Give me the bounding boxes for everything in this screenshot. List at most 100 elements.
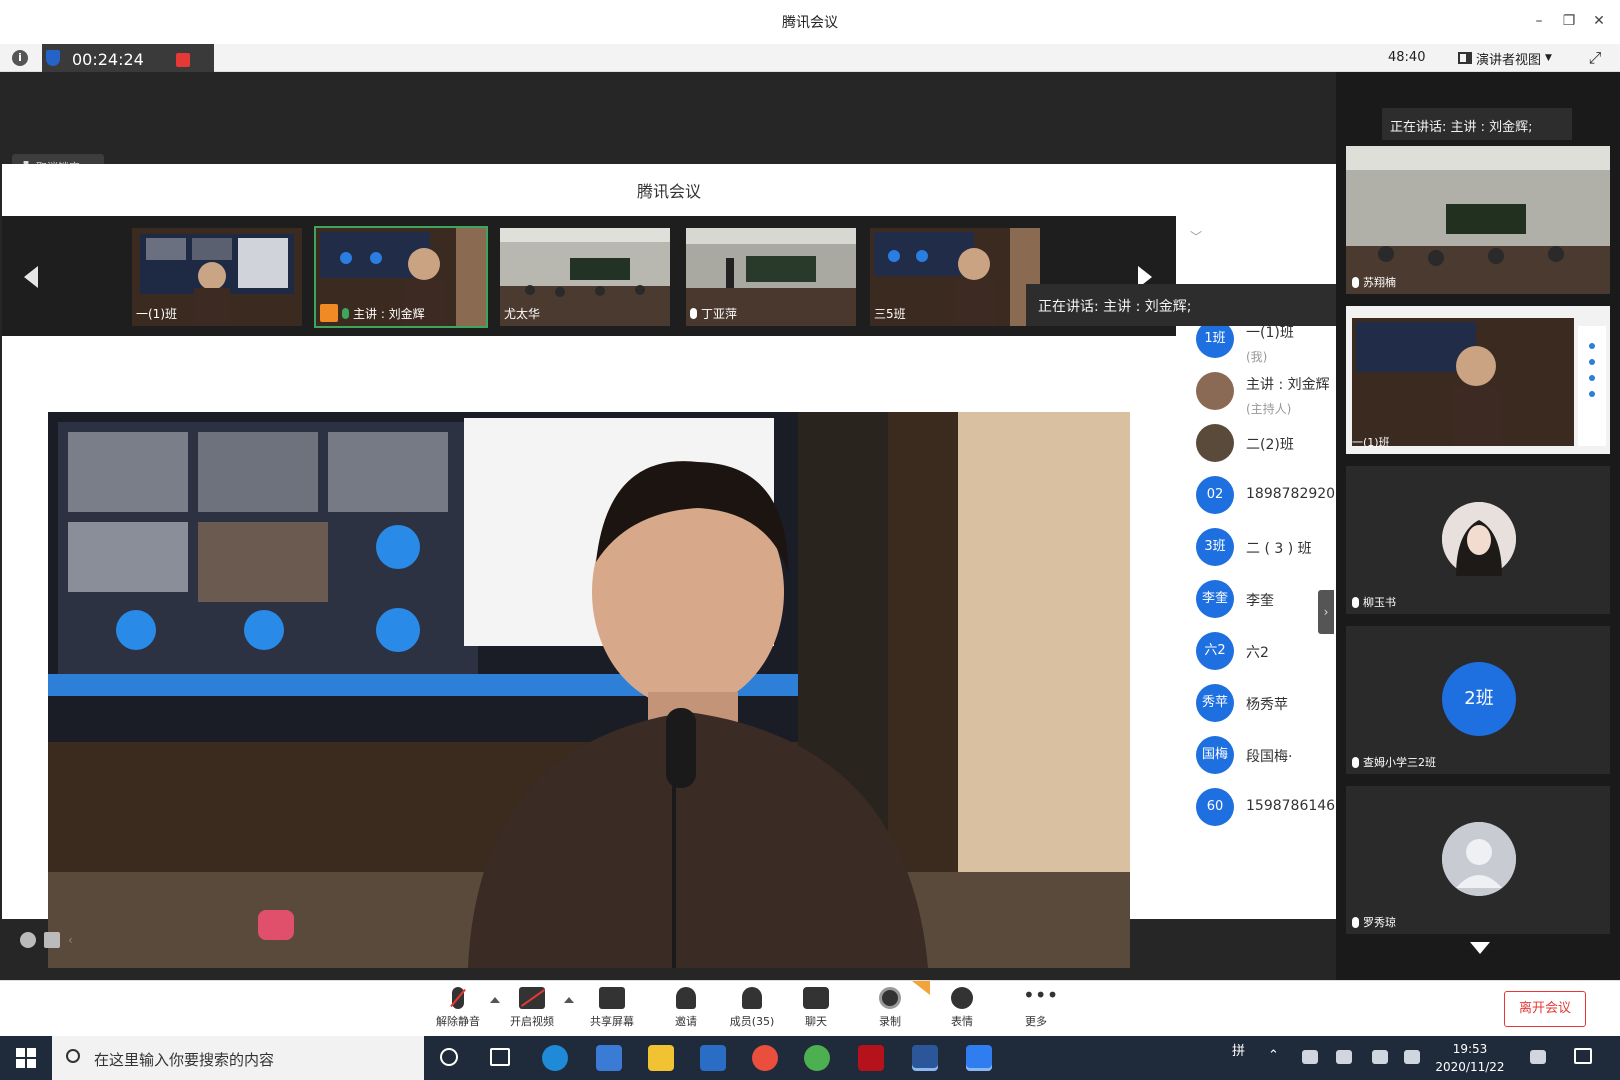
- close-icon[interactable]: ✕: [1588, 10, 1610, 32]
- emoji-icon[interactable]: [20, 932, 36, 948]
- wifi-icon[interactable]: [1372, 1050, 1388, 1064]
- member-avatar: 秀苹: [1196, 684, 1234, 722]
- audio-options-icon[interactable]: [490, 997, 500, 1003]
- windows-start-icon[interactable]: [16, 1048, 36, 1068]
- search-icon: [66, 1049, 80, 1063]
- video-options-icon[interactable]: [564, 997, 574, 1003]
- shared-screen-title: 腾讯会议: [636, 182, 701, 201]
- emoji-button[interactable]: 表情: [930, 987, 994, 1035]
- mail-icon[interactable]: [700, 1045, 726, 1071]
- member-item[interactable]: 60 15987861460: [1196, 788, 1346, 828]
- camera-off-icon: [519, 987, 545, 1009]
- chat-icon[interactable]: [44, 932, 60, 948]
- chevron-left-icon[interactable]: ‹: [68, 933, 73, 947]
- notification-icon[interactable]: [1574, 1048, 1592, 1064]
- leave-meeting-button[interactable]: 离开会议: [1504, 991, 1586, 1027]
- member-avatar: 六2: [1196, 632, 1234, 670]
- collapse-panel-icon[interactable]: ›: [1318, 590, 1334, 634]
- chrome-icon[interactable]: [752, 1045, 778, 1071]
- member-item[interactable]: 1班 一(1)班 (我): [1196, 320, 1346, 364]
- member-avatar: [1442, 502, 1516, 576]
- tencent-meeting-icon[interactable]: [966, 1045, 992, 1071]
- minimize-icon[interactable]: –: [1528, 10, 1550, 32]
- strip-thumb-1[interactable]: 一(1)班: [132, 228, 302, 326]
- scroll-down-icon[interactable]: [1470, 942, 1490, 954]
- file-explorer-icon[interactable]: [648, 1045, 674, 1071]
- strip-thumb-5[interactable]: 三5班: [870, 228, 1040, 326]
- member-item[interactable]: 六2 六2: [1196, 632, 1346, 672]
- shield-icon[interactable]: [46, 50, 60, 66]
- start-video-button[interactable]: 开启视频: [500, 987, 564, 1035]
- view-mode-button[interactable]: 演讲者视图 ▼: [1458, 48, 1552, 68]
- chevron-up-icon[interactable]: ⌃: [1268, 1048, 1279, 1063]
- member-item[interactable]: 02 18987829202: [1196, 476, 1346, 516]
- invite-button[interactable]: 邀请: [654, 987, 718, 1035]
- unmute-button[interactable]: 解除静音: [426, 987, 490, 1035]
- gallery-tile[interactable]: 罗秀琼: [1346, 786, 1610, 934]
- meeting-timer-box: 00:24:24: [42, 44, 214, 74]
- member-role: (我): [1246, 350, 1268, 364]
- store-icon[interactable]: [596, 1045, 622, 1071]
- mic-icon: [1352, 756, 1359, 768]
- member-avatar: [1196, 424, 1234, 462]
- onedrive-icon[interactable]: [1302, 1050, 1318, 1064]
- members-button[interactable]: 成员(35): [720, 987, 784, 1035]
- mic-icon: [1352, 276, 1359, 288]
- member-item[interactable]: 3班 二 ( 3 ) 班: [1196, 528, 1346, 568]
- battery-icon[interactable]: [1336, 1050, 1352, 1064]
- tile-video: [1346, 306, 1610, 454]
- chevron-down-icon[interactable]: ﹀: [1190, 228, 1202, 245]
- view-mode-label: 演讲者视图: [1476, 52, 1542, 68]
- strip-thumb-3[interactable]: 尤太华: [500, 228, 670, 326]
- info-icon[interactable]: i: [12, 50, 28, 66]
- gallery-tile[interactable]: 2班 查姆小学三2班: [1346, 626, 1610, 774]
- chat-button[interactable]: 聊天: [784, 987, 848, 1035]
- shared-screen: 腾讯会议 一(1)班 主讲: 刘金辉 尤太华 丁亚萍 三5班 ﹀ 1班 一(1…: [2, 164, 1344, 968]
- tile-label: 柳玉书: [1352, 594, 1396, 610]
- volume-icon[interactable]: [1404, 1050, 1420, 1064]
- mic-icon: [690, 308, 697, 319]
- strip-thumb-4[interactable]: 丁亚萍: [686, 228, 856, 326]
- gallery-tile[interactable]: 柳玉书: [1346, 466, 1610, 614]
- share-screen-icon: [599, 987, 625, 1009]
- more-button[interactable]: ••• 更多: [1004, 985, 1068, 1035]
- ime-indicator[interactable]: 拼: [1232, 1040, 1245, 1059]
- avatar-photo: [1442, 502, 1516, 576]
- pdf-reader-icon[interactable]: [858, 1045, 884, 1071]
- member-item[interactable]: 二(2)班: [1196, 424, 1346, 464]
- member-item[interactable]: 主讲 : 刘金辉 (主持人): [1196, 372, 1346, 416]
- taskbar-search[interactable]: 在这里输入你要搜索的内容: [52, 1036, 424, 1080]
- recording-stop-icon[interactable]: [176, 53, 190, 67]
- member-name: 六2: [1246, 645, 1269, 661]
- thumb-label: 主讲 : 刘金辉: [320, 304, 425, 322]
- thumb-label: 三5班: [874, 307, 906, 321]
- member-item[interactable]: 国梅 段国梅·: [1196, 736, 1346, 776]
- main-stage: 取消锁定 腾讯会议 一(1)班: [0, 72, 1344, 980]
- browser-icon[interactable]: [804, 1045, 830, 1071]
- active-speaker-video: [48, 412, 1130, 968]
- members-icon: [742, 987, 762, 1009]
- member-name: 段国梅·: [1246, 749, 1293, 765]
- word-icon[interactable]: [912, 1045, 938, 1071]
- task-view-icon[interactable]: [490, 1048, 510, 1066]
- taskbar-clock[interactable]: 19:53 2020/11/22: [1434, 1040, 1506, 1076]
- record-button[interactable]: 录制: [858, 987, 922, 1035]
- restore-icon[interactable]: ❐: [1558, 10, 1580, 32]
- stage-bottom-tools: ‹: [20, 932, 73, 948]
- clock-date: 2020/11/22: [1435, 1060, 1505, 1074]
- default-avatar-icon: [1442, 822, 1516, 896]
- strip-prev-icon[interactable]: [24, 266, 38, 288]
- edge-icon[interactable]: [542, 1045, 568, 1071]
- search-placeholder: 在这里输入你要搜索的内容: [94, 1051, 275, 1069]
- strip-thumb-2[interactable]: 主讲 : 刘金辉: [314, 226, 488, 328]
- share-screen-button[interactable]: 共享屏幕: [580, 987, 644, 1035]
- elapsed-time: 00:24:24: [72, 50, 144, 69]
- fullscreen-icon[interactable]: ⤢: [1586, 49, 1604, 67]
- gallery-tile[interactable]: 苏翔楠: [1346, 146, 1610, 294]
- member-avatar: 60: [1196, 788, 1234, 826]
- cortana-icon[interactable]: [440, 1048, 458, 1066]
- input-method-icon[interactable]: [1530, 1050, 1546, 1064]
- gallery-tile[interactable]: 一(1)班: [1346, 306, 1610, 454]
- member-avatar: 李奎: [1196, 580, 1234, 618]
- member-item[interactable]: 秀苹 杨秀苹: [1196, 684, 1346, 724]
